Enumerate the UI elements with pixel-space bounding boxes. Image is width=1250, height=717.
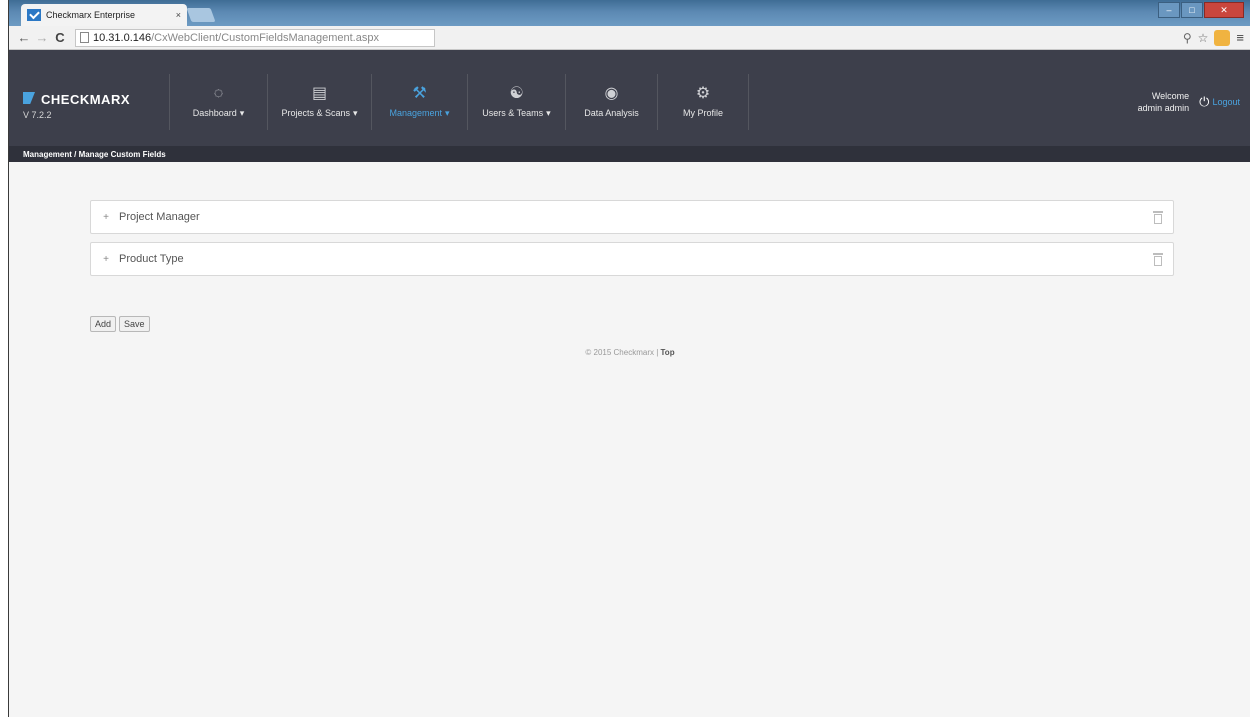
checkmarx-favicon-icon [27,9,41,21]
brand[interactable]: CHECKMARX V 7.2.2 [23,74,169,130]
back-arrow-icon[interactable]: ← [15,30,33,45]
add-button[interactable]: Add [90,316,117,332]
address-bar[interactable]: 10.31.0.146/CxWebClient/CustomFieldsMana… [75,28,435,47]
close-window-button[interactable]: ✕ [1204,2,1244,18]
nav-item-my-profile[interactable]: ⚙ My Profile [657,74,749,130]
zoom-icon[interactable]: ⚲ [1183,31,1192,45]
expand-plus-icon[interactable]: + [101,212,111,223]
title-bar: Checkmarx Enterprise × – □ ✕ [9,0,1250,26]
maximize-button[interactable]: □ [1181,2,1203,18]
custom-field-row[interactable]: + Product Type [90,242,1174,276]
custom-field-name: Product Type [119,253,184,265]
main-navigation: CHECKMARX V 7.2.2 ◌ Dashboard ▾ ▤ Project… [9,74,1250,130]
nav-item-data-analysis[interactable]: ◉ Data Analysis [565,74,657,130]
nav-items: ◌ Dashboard ▾ ▤ Projects & Scans ▾ ⚒ Manag… [169,74,749,130]
document-search-icon: ▤ [311,84,328,102]
brand-version: V 7.2.2 [23,110,52,120]
nav-item-management[interactable]: ⚒ Management ▾ [371,74,467,130]
logout-button[interactable]: ⏻ Logout [1199,94,1240,110]
custom-field-name: Project Manager [119,211,200,223]
tab-title: Checkmarx Enterprise [46,10,136,20]
bookmark-star-icon[interactable]: ☆ [1198,31,1209,45]
tab-close-icon[interactable]: × [176,10,181,20]
toolbar-actions: ⚲ ☆ ≡ [1183,29,1244,46]
page-icon [80,32,89,43]
action-buttons: Add Save [90,316,150,332]
browser-tab[interactable]: Checkmarx Enterprise × [21,4,187,26]
brand-name: CHECKMARX [41,92,130,107]
browser-toolbar: ← → C 10.31.0.146/CxWebClient/CustomFiel… [9,26,1250,50]
breadcrumb: Management / Manage Custom Fields [9,146,1250,162]
power-icon: ⏻ [1199,94,1210,109]
logout-label: Logout [1212,97,1240,107]
nav-item-label: Projects & Scans [281,107,350,118]
url-host: 10.31.0.146 [93,31,152,44]
nav-item-label: Management [389,107,442,118]
browser-window: Checkmarx Enterprise × – □ ✕ ← → C 10.31… [8,0,1250,717]
forward-arrow-icon[interactable]: → [33,30,51,45]
user-name: admin admin [1137,103,1190,113]
app-header: CHECKMARX V 7.2.2 ◌ Dashboard ▾ ▤ Project… [9,50,1250,162]
minimize-button[interactable]: – [1158,2,1180,18]
profile-gear-icon: ⚙ [695,85,711,102]
footer: © 2015 Checkmarx | Top [9,348,1250,357]
chevron-down-icon: ▾ [239,107,245,118]
welcome-text: Welcome admin admin [1138,90,1190,114]
wrench-icon: ⚒ [412,84,427,102]
nav-item-label: Data Analysis [584,108,639,118]
magnifier-chart-icon: ◉ [604,85,619,102]
trash-icon[interactable] [1153,211,1163,224]
new-tab-button[interactable] [186,8,216,22]
nav-item-label: Users & Teams [482,107,544,118]
trash-icon[interactable] [1153,253,1163,266]
user-area: Welcome admin admin ⏻ Logout [1138,74,1240,130]
chevron-down-icon: ▾ [353,107,358,118]
main-content: + Project Manager + Product Type Add Sav… [9,162,1250,717]
nav-item-dashboard[interactable]: ◌ Dashboard ▾ [169,74,267,130]
url-path: /CxWebClient/CustomFieldsManagement.aspx [151,31,379,44]
nav-item-projects-scans[interactable]: ▤ Projects & Scans ▾ [267,74,371,130]
chevron-down-icon: ▾ [546,107,551,118]
nav-item-users-teams[interactable]: ☯ Users & Teams ▾ [467,74,565,130]
reload-icon[interactable]: C [51,30,69,45]
gauge-icon: ◌ [213,84,224,102]
menu-icon[interactable]: ≡ [1236,30,1244,45]
expand-plus-icon[interactable]: + [101,254,111,265]
users-icon: ☯ [509,84,524,102]
nav-item-label: My Profile [682,108,723,118]
checkmarx-logo-icon [23,92,35,104]
top-link[interactable]: Top [661,348,675,357]
extension-icon[interactable] [1214,29,1231,46]
copyright-text: © 2015 Checkmarx | [585,348,659,357]
nav-item-label: Dashboard [192,107,237,118]
welcome-label: Welcome [1151,91,1190,101]
window-controls: – □ ✕ [1157,2,1244,18]
chevron-down-icon: ▾ [445,107,450,118]
custom-field-row[interactable]: + Project Manager [90,200,1174,234]
save-button[interactable]: Save [119,316,150,332]
